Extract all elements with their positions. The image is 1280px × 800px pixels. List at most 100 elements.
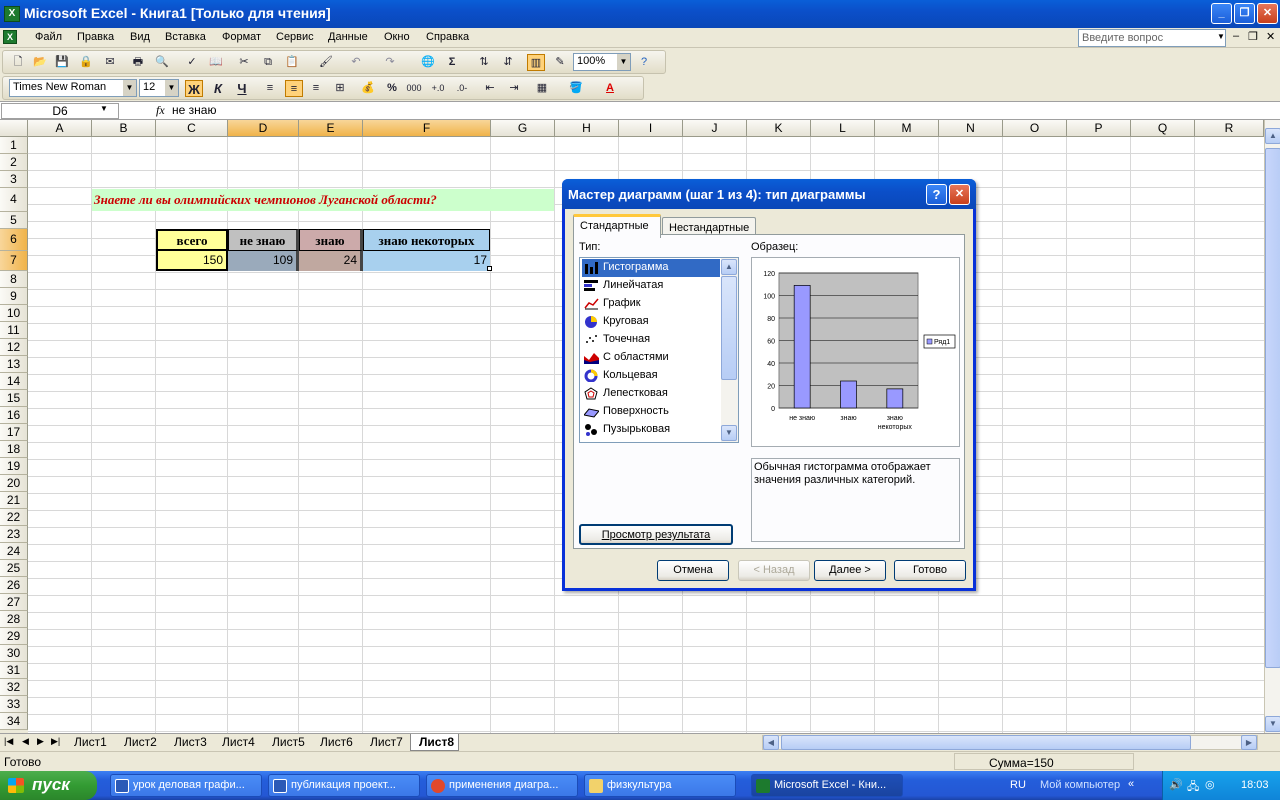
last-sheet-icon[interactable]: ▶| xyxy=(51,736,60,747)
italic-button[interactable]: К xyxy=(209,80,227,97)
row-header[interactable]: 25 xyxy=(0,560,28,577)
decrease-indent-icon[interactable]: ⇤ xyxy=(481,80,499,97)
formula-input[interactable]: не знаю xyxy=(172,103,1272,119)
column-header[interactable]: H xyxy=(555,120,619,137)
doc-restore-icon[interactable]: ❐ xyxy=(1248,30,1258,43)
row-header[interactable]: 17 xyxy=(0,424,28,441)
chart-type-list[interactable]: Гистограмма Линейчатая График Круговая Т… xyxy=(579,257,739,443)
chart-type-item[interactable]: Пузырьковая xyxy=(582,421,720,439)
finish-button[interactable]: Готово xyxy=(894,560,966,581)
print-icon[interactable]: 🖶 xyxy=(129,54,147,71)
borders-icon[interactable]: ▦ xyxy=(533,80,551,97)
menu-insert[interactable]: Вставка xyxy=(165,31,206,43)
new-icon[interactable]: 🗋 xyxy=(9,54,27,71)
font-size-dropdown-icon[interactable]: ▼ xyxy=(165,80,178,96)
value-cell-know-some[interactable]: 17 xyxy=(363,251,490,271)
row-header[interactable]: 33 xyxy=(0,696,28,713)
sort-descending-icon[interactable]: ⇵ xyxy=(499,54,517,71)
network-icon[interactable]: 🖧 xyxy=(1187,778,1199,797)
back-button[interactable]: < Назад xyxy=(738,560,810,581)
vertical-scrollbar[interactable]: ▲ ▼ xyxy=(1264,120,1280,733)
fill-color-icon[interactable]: 🪣 xyxy=(567,80,585,97)
scroll-left-icon[interactable]: ◀ xyxy=(763,735,779,750)
sheet-tab[interactable]: Лист1 xyxy=(66,734,111,751)
column-header[interactable]: A xyxy=(28,120,92,137)
zoom-select[interactable]: 100% ▼ xyxy=(573,53,631,71)
print-preview-icon[interactable]: 🔍 xyxy=(153,54,171,71)
column-header[interactable]: L xyxy=(811,120,875,137)
email-icon[interactable]: ✉ xyxy=(101,54,119,71)
format-painter-icon[interactable]: 🖌 xyxy=(317,54,335,71)
row-header[interactable]: 19 xyxy=(0,458,28,475)
row-header[interactable]: 21 xyxy=(0,492,28,509)
align-right-icon[interactable]: ≡ xyxy=(307,80,325,97)
permission-icon[interactable]: 🔒 xyxy=(77,54,95,71)
drawing-icon[interactable]: ✎ xyxy=(551,54,569,71)
header-cell-know-some[interactable]: знаю некоторых xyxy=(363,229,490,251)
currency-icon[interactable]: 💰 xyxy=(359,80,377,97)
sheet-tab-active[interactable]: Лист8 xyxy=(410,734,460,751)
autosum-icon[interactable]: Σ xyxy=(443,54,461,71)
minimize-button[interactable]: _ xyxy=(1211,3,1232,24)
dialog-close-button[interactable]: ✕ xyxy=(949,184,970,205)
select-all-corner[interactable] xyxy=(0,120,28,137)
help-dropdown-icon[interactable]: ▼ xyxy=(1217,32,1225,41)
language-indicator[interactable]: RU xyxy=(1010,779,1026,791)
row-header[interactable]: 23 xyxy=(0,526,28,543)
value-cell-total[interactable]: 150 xyxy=(156,251,228,271)
toolbar-arrow-icon[interactable]: « xyxy=(1128,778,1134,790)
row-header[interactable]: 34 xyxy=(0,713,28,730)
open-icon[interactable]: 📂 xyxy=(31,54,49,71)
doc-close-icon[interactable]: ✕ xyxy=(1266,30,1275,43)
row-header[interactable]: 29 xyxy=(0,628,28,645)
paste-icon[interactable]: 📋 xyxy=(283,54,301,71)
menu-file[interactable]: Файл xyxy=(35,31,62,43)
sheet-tab[interactable]: Лист6 xyxy=(312,734,357,751)
undo-icon[interactable]: ↶ xyxy=(347,54,365,71)
row-header[interactable]: 13 xyxy=(0,356,28,373)
column-header[interactable]: G xyxy=(491,120,555,137)
row-header[interactable]: 9 xyxy=(0,288,28,305)
row-header[interactable]: 24 xyxy=(0,543,28,560)
row-header[interactable]: 32 xyxy=(0,679,28,696)
row-header[interactable]: 18 xyxy=(0,441,28,458)
value-cell-dont-know[interactable]: 109 xyxy=(228,251,299,271)
type-list-thumb[interactable] xyxy=(721,276,737,380)
row-header[interactable]: 30 xyxy=(0,645,28,662)
row-header[interactable]: 6 xyxy=(0,229,28,251)
menu-view[interactable]: Вид xyxy=(130,31,150,43)
cancel-button[interactable]: Отмена xyxy=(657,560,729,581)
row-header[interactable]: 4 xyxy=(0,188,28,212)
scroll-down-icon[interactable]: ▼ xyxy=(1265,716,1280,732)
redo-icon[interactable]: ↷ xyxy=(381,54,399,71)
percent-button[interactable]: % xyxy=(383,80,401,97)
type-list-down-icon[interactable]: ▼ xyxy=(721,425,737,441)
row-header[interactable]: 27 xyxy=(0,594,28,611)
chart-type-item[interactable]: Линейчатая xyxy=(582,277,720,295)
scroll-up-icon[interactable]: ▲ xyxy=(1265,128,1280,144)
increase-decimal-icon[interactable]: +.0 xyxy=(429,80,447,97)
row-header[interactable]: 5 xyxy=(0,212,28,229)
increase-indent-icon[interactable]: ⇥ xyxy=(505,80,523,97)
row-header[interactable]: 20 xyxy=(0,475,28,492)
fill-handle[interactable] xyxy=(487,266,492,271)
horizontal-scrollbar[interactable]: ◀ ▶ xyxy=(762,735,1258,750)
row-header[interactable]: 14 xyxy=(0,373,28,390)
zoom-dropdown-icon[interactable]: ▼ xyxy=(617,54,630,70)
taskbar-item[interactable]: урок деловая графи... xyxy=(110,774,262,797)
column-header[interactable]: M xyxy=(875,120,939,137)
taskbar-item[interactable]: публикация проект... xyxy=(268,774,420,797)
chart-wizard-icon[interactable]: ▥ xyxy=(527,54,545,71)
column-header[interactable]: N xyxy=(939,120,1003,137)
header-cell-total[interactable]: всего xyxy=(156,229,228,251)
column-header[interactable]: I xyxy=(619,120,683,137)
restore-button[interactable]: ❐ xyxy=(1234,3,1255,24)
row-header[interactable]: 7 xyxy=(0,251,28,271)
doc-minimize-icon[interactable]: – xyxy=(1233,30,1239,42)
question-cell[interactable]: Знаете ли вы олимпийских чемпионов Луган… xyxy=(92,189,554,211)
sheet-tab[interactable]: Лист7 xyxy=(362,734,407,751)
sheet-tab[interactable]: Лист4 xyxy=(214,734,259,751)
research-icon[interactable]: 📖 xyxy=(207,54,225,71)
column-header[interactable]: K xyxy=(747,120,811,137)
next-sheet-icon[interactable]: ▶ xyxy=(37,736,44,747)
